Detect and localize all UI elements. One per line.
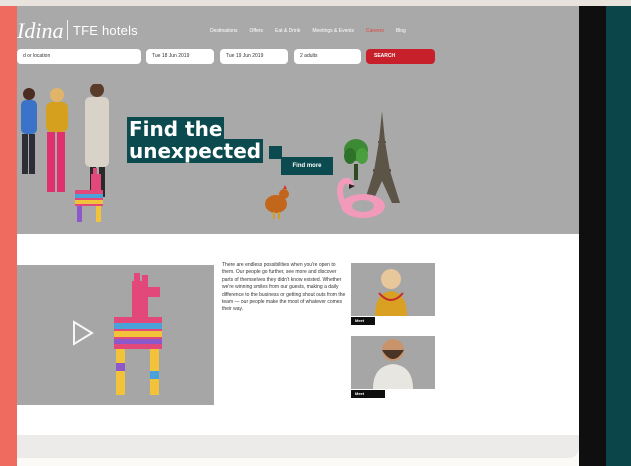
- left-color-strip: [0, 6, 17, 466]
- location-input[interactable]: d or location: [17, 49, 141, 64]
- find-more-button[interactable]: Find more: [281, 157, 333, 175]
- hero-headline: Find the unexpected: [127, 117, 264, 163]
- careers-intro-text: There are endless possibilities when you…: [222, 262, 346, 313]
- play-icon[interactable]: [72, 320, 94, 346]
- nav-offers[interactable]: Offers: [250, 28, 264, 34]
- logo-brand[interactable]: TFE hotels: [73, 23, 138, 38]
- meet-benjamin-label[interactable]: Meet Benjamin: [351, 390, 385, 404]
- video-thumbnail[interactable]: [17, 265, 214, 405]
- search-button[interactable]: SEARCH: [366, 49, 435, 64]
- plant-image: [344, 139, 368, 180]
- nav-destinations[interactable]: Destinations: [210, 28, 238, 34]
- jane-photo: [375, 269, 407, 316]
- logo-divider: [67, 20, 68, 40]
- headline-line-2: unexpected: [127, 139, 264, 163]
- nav-meetings-events[interactable]: Meetings & Events: [312, 28, 354, 34]
- nav-blog[interactable]: Blog: [396, 28, 406, 34]
- jane-portrait[interactable]: [351, 263, 435, 316]
- benjamin-photo: [373, 339, 413, 389]
- logo-script[interactable]: Idina: [17, 18, 63, 44]
- right-dark-strip: [579, 6, 606, 466]
- meet-jane-label[interactable]: Meet Jane: [351, 317, 375, 331]
- pinata-image: [114, 273, 162, 395]
- benjamin-portrait[interactable]: [351, 336, 435, 389]
- hero-pinata-image: [75, 168, 103, 222]
- hen-image: [265, 185, 289, 219]
- main-nav: Destinations Offers Eat & Drink Meetings…: [210, 28, 406, 34]
- right-teal-strip: [606, 6, 631, 466]
- headline-line-1: Find the: [127, 117, 225, 141]
- nav-careers[interactable]: Careers: [366, 28, 384, 34]
- flamingo-float-image: [337, 178, 385, 218]
- page-footer-band: [17, 435, 579, 458]
- checkout-date-field[interactable]: Tue 19 Jun 2019: [220, 49, 288, 64]
- checkin-date-field[interactable]: Tue 18 Jun 2019: [146, 49, 214, 64]
- nav-eat-drink[interactable]: Eat & Drink: [275, 28, 300, 34]
- careers-page: Idina TFE hotels Destinations Offers Eat…: [17, 6, 579, 458]
- hero-section: Idina TFE hotels Destinations Offers Eat…: [17, 6, 579, 234]
- guests-field[interactable]: 2 adults: [294, 49, 361, 64]
